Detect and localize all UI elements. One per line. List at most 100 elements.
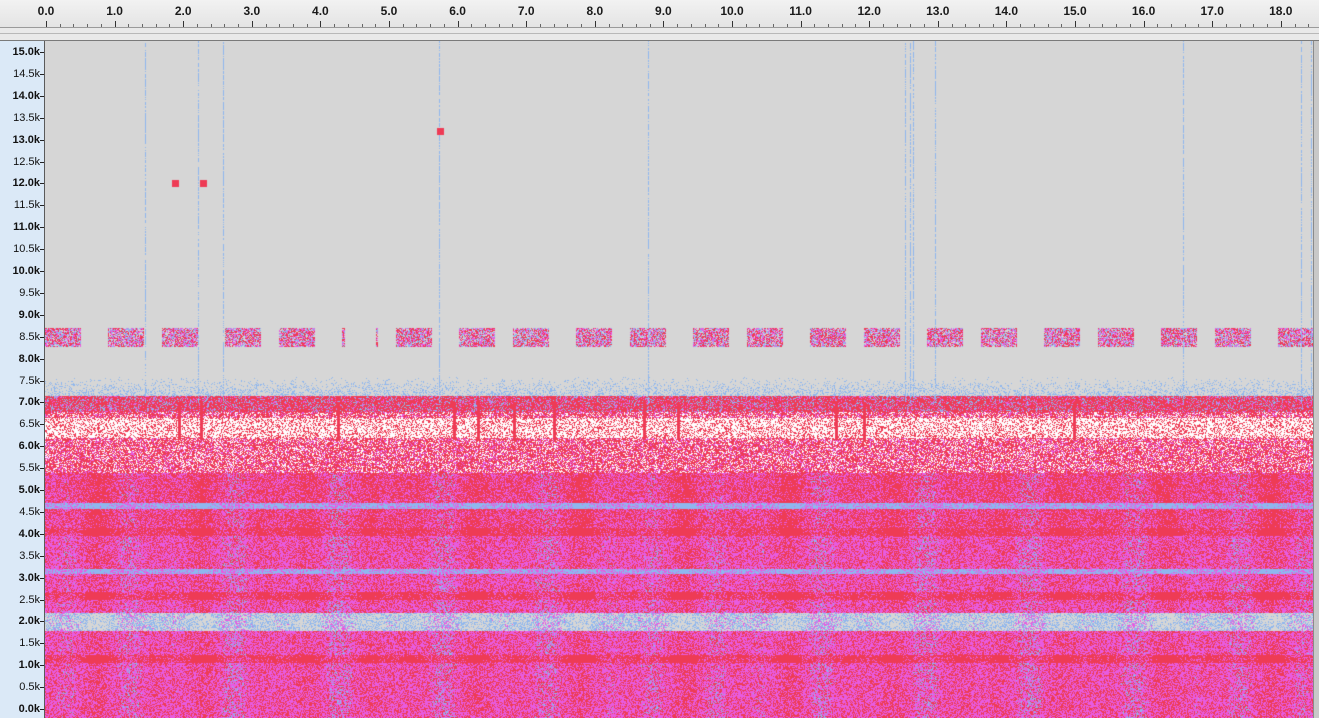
time-minor-tick xyxy=(1089,24,1090,27)
time-minor-tick xyxy=(142,24,143,27)
time-minor-tick xyxy=(512,24,513,27)
frequency-tick xyxy=(40,74,44,75)
time-ruler[interactable]: 0.0 1.0 2.0 3.0 4.0 5.0 6.0 7.0 8.0 9.0 10.0 11.0 12… xyxy=(0,0,1319,28)
time-major-tick xyxy=(801,21,802,27)
time-minor-tick xyxy=(883,24,884,27)
frequency-label: 5.5k xyxy=(19,462,40,475)
frequency-label: 12.0k xyxy=(12,177,40,190)
time-minor-tick xyxy=(87,24,88,27)
time-label: 9.0 xyxy=(655,4,672,18)
frequency-ruler[interactable]: 15.0k 14.5k 14.0k 13.5k 13.0k 12.5k 12.0k 11.5k… xyxy=(0,41,45,718)
time-minor-tick xyxy=(348,24,349,27)
time-major-tick xyxy=(1212,21,1213,27)
time-minor-tick xyxy=(403,24,404,27)
frequency-tick xyxy=(40,359,44,360)
frequency-label: 0.5k xyxy=(19,681,40,694)
frequency-label: 9.5k xyxy=(19,286,40,299)
time-minor-tick xyxy=(334,24,335,27)
time-label: 7.0 xyxy=(517,4,535,18)
time-label: 11.0 xyxy=(789,4,812,18)
frequency-label: 10.0k xyxy=(12,265,40,277)
frequency-tick xyxy=(40,227,44,228)
time-major-tick xyxy=(663,21,664,27)
time-minor-tick xyxy=(677,24,678,27)
frequency-label: 7.5k xyxy=(19,374,40,387)
time-label: 10.0 xyxy=(720,4,744,18)
frequency-label: 11.0k xyxy=(13,221,40,234)
time-major-tick xyxy=(183,21,184,27)
time-minor-tick xyxy=(773,24,774,27)
frequency-tick xyxy=(40,293,44,294)
time-minor-tick xyxy=(1240,24,1241,27)
time-minor-tick xyxy=(375,24,376,27)
frequency-label: 1.5k xyxy=(19,637,40,650)
time-label: 12.0 xyxy=(857,4,881,18)
frequency-label: 4.0k xyxy=(18,527,40,540)
track-separator xyxy=(0,28,1319,41)
frequency-tick xyxy=(40,424,44,425)
time-minor-tick xyxy=(718,24,719,27)
frequency-tick xyxy=(40,271,44,272)
frequency-label: 0.0k xyxy=(18,703,40,715)
time-major-tick xyxy=(389,21,390,27)
time-minor-tick xyxy=(60,24,61,27)
time-minor-tick xyxy=(746,24,747,27)
frequency-tick xyxy=(40,490,44,491)
time-minor-tick xyxy=(156,24,157,27)
frequency-label: 6.0k xyxy=(18,440,40,453)
time-label: 2.0 xyxy=(174,4,192,18)
time-label: 5.0 xyxy=(380,4,398,18)
time-major-tick xyxy=(595,21,596,27)
frequency-label: 1.0k xyxy=(18,659,40,672)
frequency-label: 15.0k xyxy=(12,46,40,58)
time-minor-tick xyxy=(609,24,610,27)
time-minor-tick xyxy=(73,24,74,27)
time-minor-tick xyxy=(1253,24,1254,27)
frequency-tick xyxy=(40,96,44,97)
frequency-tick xyxy=(40,687,44,688)
frequency-tick xyxy=(40,468,44,469)
frequency-label: 11.5k xyxy=(13,199,40,212)
frequency-label: 10.5k xyxy=(13,243,40,256)
time-minor-tick xyxy=(828,24,829,27)
time-minor-tick xyxy=(636,24,637,27)
time-minor-tick xyxy=(979,24,980,27)
frequency-tick xyxy=(40,315,44,316)
time-minor-tick xyxy=(691,24,692,27)
time-minor-tick xyxy=(965,24,966,27)
time-major-tick xyxy=(320,21,321,27)
time-label: 4.0 xyxy=(312,4,329,18)
time-minor-tick xyxy=(266,24,267,27)
time-minor-tick xyxy=(952,24,953,27)
time-label: 17.0 xyxy=(1200,4,1224,18)
time-minor-tick xyxy=(1102,24,1103,27)
time-minor-tick xyxy=(224,24,225,27)
time-minor-tick xyxy=(910,24,911,27)
time-major-tick xyxy=(1281,21,1282,27)
frequency-label: 12.5k xyxy=(13,155,40,168)
frequency-label: 14.5k xyxy=(13,67,40,80)
time-minor-tick xyxy=(1308,24,1309,27)
time-minor-tick xyxy=(1198,24,1199,27)
frequency-label: 13.0k xyxy=(12,133,40,146)
frequency-label: 6.5k xyxy=(19,418,40,431)
time-major-tick xyxy=(1075,21,1076,27)
frequency-tick xyxy=(40,534,44,535)
time-minor-tick xyxy=(1130,24,1131,27)
spectrogram-view[interactable] xyxy=(45,41,1313,718)
frequency-label: 3.0k xyxy=(18,571,40,584)
time-minor-tick xyxy=(540,24,541,27)
time-minor-tick xyxy=(238,24,239,27)
frequency-label: 9.0k xyxy=(18,308,40,321)
frequency-label: 5.0k xyxy=(18,484,40,496)
time-minor-tick xyxy=(1226,24,1227,27)
time-label: 13.0 xyxy=(926,4,950,18)
time-major-tick xyxy=(458,21,459,27)
frequency-tick xyxy=(40,643,44,644)
time-minor-tick xyxy=(430,24,431,27)
frequency-label: 14.0k xyxy=(12,89,40,102)
time-minor-tick xyxy=(622,24,623,27)
time-label: 1.0 xyxy=(106,4,123,18)
frequency-tick xyxy=(40,337,44,338)
time-minor-tick xyxy=(787,24,788,27)
